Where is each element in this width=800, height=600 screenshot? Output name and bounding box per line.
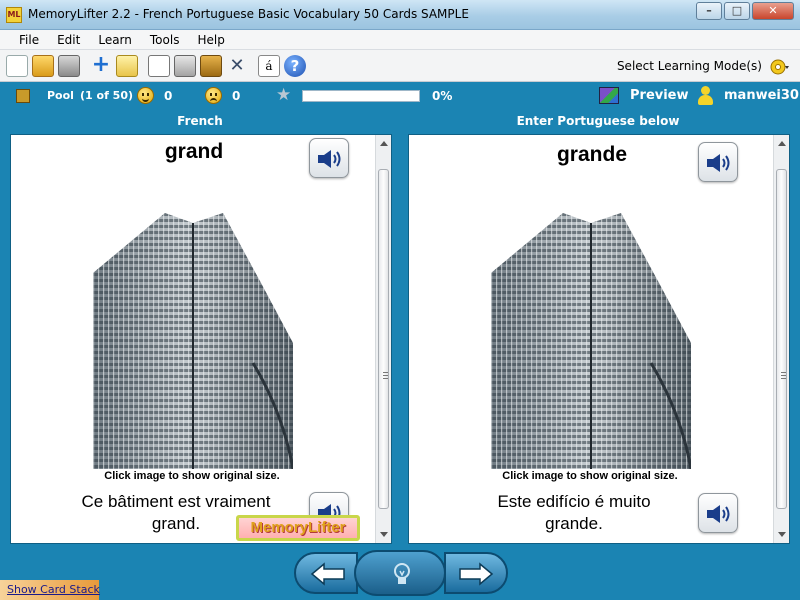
speaker-icon <box>318 150 341 168</box>
scroll-down-icon[interactable] <box>380 532 388 537</box>
print-icon[interactable] <box>58 55 80 77</box>
hint-button[interactable] <box>354 550 446 596</box>
progress-percent: 0% <box>432 89 453 103</box>
question-header: French <box>177 114 223 128</box>
select-learning-mode-label[interactable]: Select Learning Mode(s) <box>617 59 762 73</box>
arrow-left-icon <box>310 562 345 586</box>
answer-card: grande Click image to show original size… <box>408 134 790 544</box>
unknown-count: 0 <box>232 89 241 103</box>
memorylifter-logo: MemoryLifter <box>236 515 360 541</box>
special-char-icon[interactable]: á <box>258 55 280 77</box>
presentation-icon[interactable] <box>148 55 170 77</box>
user-name[interactable]: manwei30 <box>724 88 799 103</box>
statistics-icon[interactable] <box>174 55 196 77</box>
card-box-icon <box>16 89 30 103</box>
pool-label: Pool <box>47 89 74 102</box>
app-icon: ML <box>6 7 22 23</box>
speaker-icon <box>707 505 730 523</box>
pool-count: (1 of 50) <box>80 89 134 102</box>
menu-tools[interactable]: Tools <box>141 33 189 47</box>
image-caption: Click image to show original size. <box>104 470 280 482</box>
open-folder-icon[interactable] <box>32 55 54 77</box>
window-controls: – □ ✕ <box>694 2 794 20</box>
menu-learn[interactable]: Learn <box>89 33 141 47</box>
menu-bar: File Edit Learn Tools Help <box>0 30 800 50</box>
question-scrollbar[interactable] <box>375 135 391 543</box>
arrow-right-icon <box>459 562 494 586</box>
building-image[interactable] <box>491 213 691 469</box>
previous-card-button[interactable] <box>294 552 358 594</box>
word-audio-button[interactable] <box>698 142 738 182</box>
lightbulb-icon <box>394 563 410 584</box>
scroll-thumb[interactable] <box>776 169 787 509</box>
title-bar: ML MemoryLifter 2.2 - French Portuguese … <box>0 0 800 30</box>
sentence-line-1: Ce bâtiment est vraiment <box>81 492 271 511</box>
card-box-icon[interactable] <box>200 55 222 77</box>
preview-button[interactable]: Preview <box>630 88 689 103</box>
minimize-button[interactable]: – <box>696 2 722 20</box>
question-card: grand Click image to show original size. <box>10 134 392 544</box>
answer-scrollbar[interactable] <box>773 135 789 543</box>
progress-bar <box>302 90 420 102</box>
smiley-sad-icon <box>205 87 222 104</box>
menu-help[interactable]: Help <box>188 33 233 47</box>
known-count: 0 <box>164 89 173 103</box>
user-icon <box>697 86 713 106</box>
sentence-line-1: Este edifício é muito <box>497 492 651 511</box>
show-card-stack-link[interactable]: Show Card Stack <box>7 583 100 596</box>
scroll-down-icon[interactable] <box>778 532 786 537</box>
menu-file[interactable]: File <box>10 33 48 47</box>
edit-card-icon[interactable] <box>116 55 138 77</box>
smiley-happy-icon <box>137 87 154 104</box>
add-card-icon[interactable]: + <box>90 54 112 77</box>
answer-header: Enter Portuguese below <box>516 114 680 128</box>
menu-edit[interactable]: Edit <box>48 33 89 47</box>
close-button[interactable]: ✕ <box>752 2 794 20</box>
star-icon: ★ <box>276 85 292 105</box>
new-file-icon[interactable] <box>6 55 28 77</box>
building-image[interactable] <box>93 213 293 469</box>
sentence-line-2: grande. <box>545 514 603 533</box>
scroll-thumb[interactable] <box>378 169 389 509</box>
gear-icon[interactable] <box>768 56 790 78</box>
image-caption: Click image to show original size. <box>502 470 678 482</box>
help-icon[interactable]: ? <box>284 55 306 77</box>
speaker-icon <box>707 154 730 172</box>
scroll-up-icon[interactable] <box>778 141 786 146</box>
toolbar: + ✕ á ? Select Learning Mode(s) <box>0 50 800 82</box>
maximize-button[interactable]: □ <box>724 2 750 20</box>
window-title: MemoryLifter 2.2 - French Portuguese Bas… <box>28 7 469 21</box>
next-card-button[interactable] <box>444 552 508 594</box>
status-bar: Pool (1 of 50) 0 0 ★ 0% Preview manwei30 <box>0 82 800 110</box>
word-audio-button[interactable] <box>309 138 349 178</box>
example-sentence: Este edifício é muito grande. <box>449 491 699 535</box>
scroll-up-icon[interactable] <box>380 141 388 146</box>
sentence-audio-button[interactable] <box>698 493 738 533</box>
tools-icon[interactable]: ✕ <box>226 55 248 77</box>
preview-icon[interactable] <box>599 87 619 104</box>
